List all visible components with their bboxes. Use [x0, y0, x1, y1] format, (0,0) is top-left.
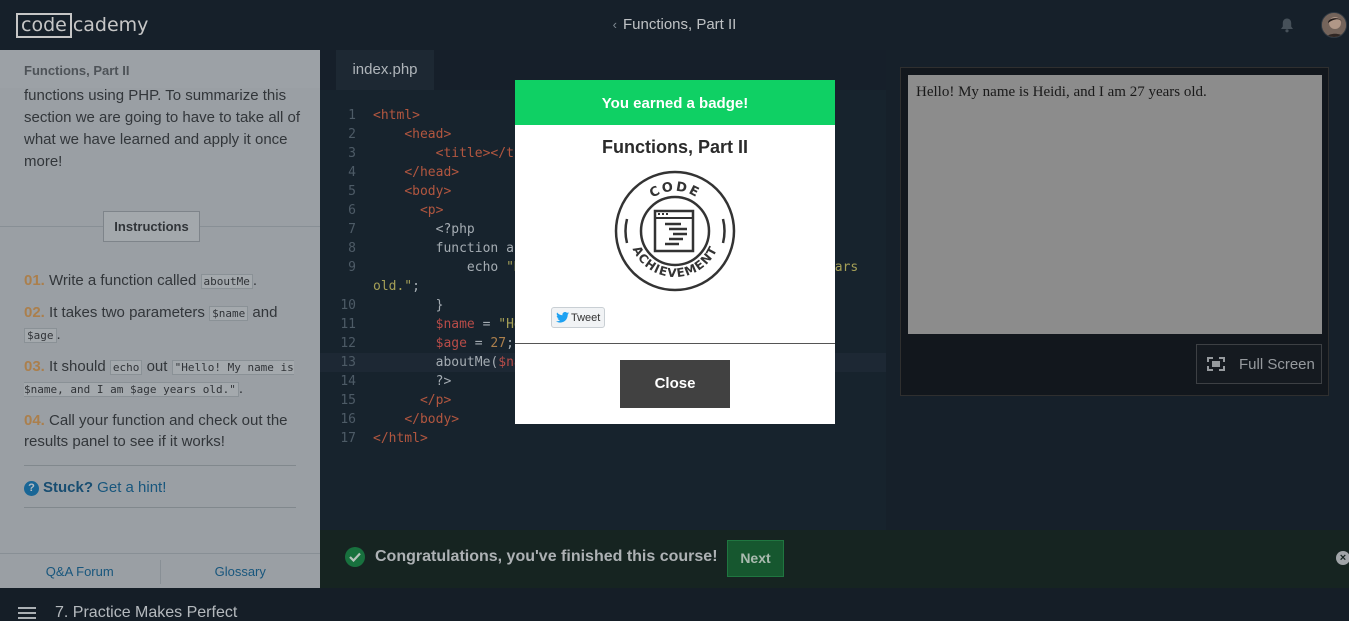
- tweet-label: Tweet: [571, 311, 601, 324]
- close-button[interactable]: Close: [620, 360, 730, 408]
- divider: [515, 343, 835, 344]
- twitter-bird-icon: [556, 312, 569, 323]
- code-achievement-badge-icon: CODE ACHIEVEMENT: [614, 170, 736, 292]
- badge-bottom-text: ACHIEVEMENT: [630, 244, 720, 281]
- tweet-button[interactable]: Tweet: [551, 307, 605, 328]
- modal-header: You earned a badge!: [515, 80, 835, 125]
- badge-modal: You earned a badge! Functions, Part II C…: [515, 80, 835, 424]
- svg-text:ACHIEVEMENT: ACHIEVEMENT: [630, 244, 721, 281]
- badge-title: Functions, Part II: [601, 137, 748, 157]
